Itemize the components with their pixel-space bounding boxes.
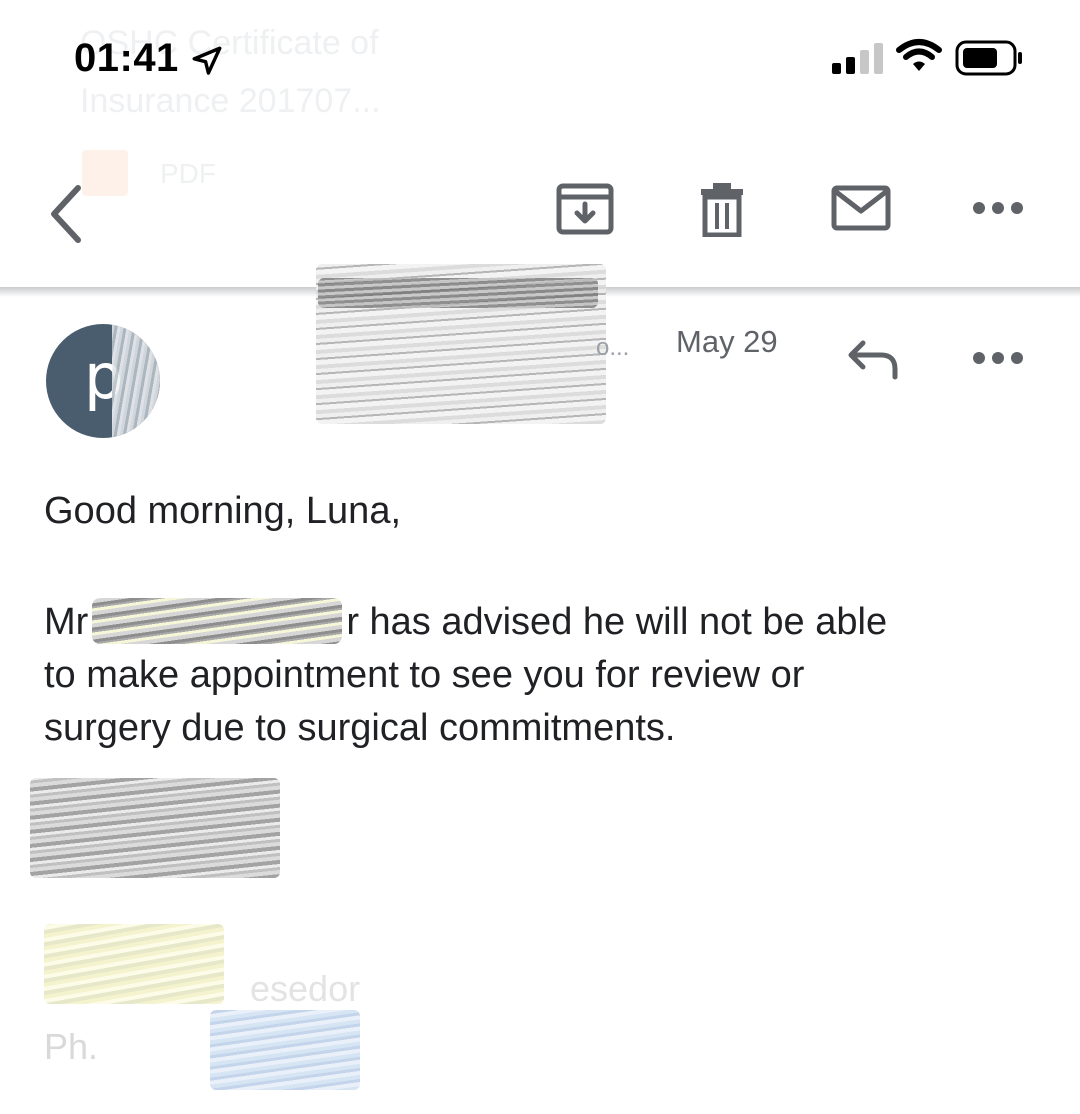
delete-button[interactable] bbox=[694, 176, 750, 242]
more-horizontal-icon bbox=[973, 202, 1023, 214]
message-date: May 29 bbox=[676, 324, 778, 359]
email-view: OSHC Certificate of Insurance 201707... … bbox=[0, 0, 1080, 1114]
archive-button[interactable] bbox=[552, 176, 618, 242]
reply-icon bbox=[848, 340, 898, 380]
signature-redaction bbox=[30, 778, 280, 878]
name-redaction bbox=[92, 598, 343, 644]
archive-icon bbox=[556, 183, 614, 235]
message-greeting: Good morning, Luna, bbox=[44, 490, 402, 532]
status-time: 01:41 bbox=[74, 36, 179, 80]
phone-redaction bbox=[210, 1010, 360, 1090]
back-chevron-icon bbox=[51, 185, 81, 243]
body-line-3: surgery due to surgical commitments. bbox=[44, 707, 676, 749]
message-more-button[interactable] bbox=[968, 340, 1028, 376]
avatar-redaction bbox=[112, 324, 160, 438]
sender-truncated: o... bbox=[596, 334, 630, 361]
battery-icon bbox=[955, 40, 1022, 76]
body-line-1-end: r has advised he will not be able bbox=[346, 601, 888, 643]
body-line-1-start: Mr bbox=[44, 601, 89, 643]
cellular-signal-icon bbox=[832, 42, 884, 74]
mark-unread-button[interactable] bbox=[826, 180, 896, 236]
body-line-2: to make appointment to see you for revie… bbox=[44, 654, 805, 696]
more-horizontal-icon bbox=[973, 352, 1023, 364]
back-button[interactable] bbox=[36, 174, 96, 254]
trash-icon bbox=[701, 183, 743, 237]
reply-button[interactable] bbox=[842, 334, 904, 384]
location-arrow-icon bbox=[192, 46, 222, 75]
highlight-redaction bbox=[44, 924, 224, 1004]
phone-fragment: Ph. bbox=[44, 1026, 99, 1067]
wifi-icon bbox=[896, 39, 942, 71]
message-body: Mr r has advised he will not be able to m… bbox=[44, 596, 1044, 755]
sender-avatar[interactable]: p bbox=[46, 324, 160, 438]
toolbar-more-button[interactable] bbox=[968, 190, 1028, 226]
signature-fragment: esedor bbox=[250, 968, 361, 1009]
body-line-1: Mr r has advised he will not be able bbox=[44, 596, 1044, 649]
sender-redaction-dark bbox=[318, 278, 598, 308]
mail-icon bbox=[831, 185, 891, 231]
